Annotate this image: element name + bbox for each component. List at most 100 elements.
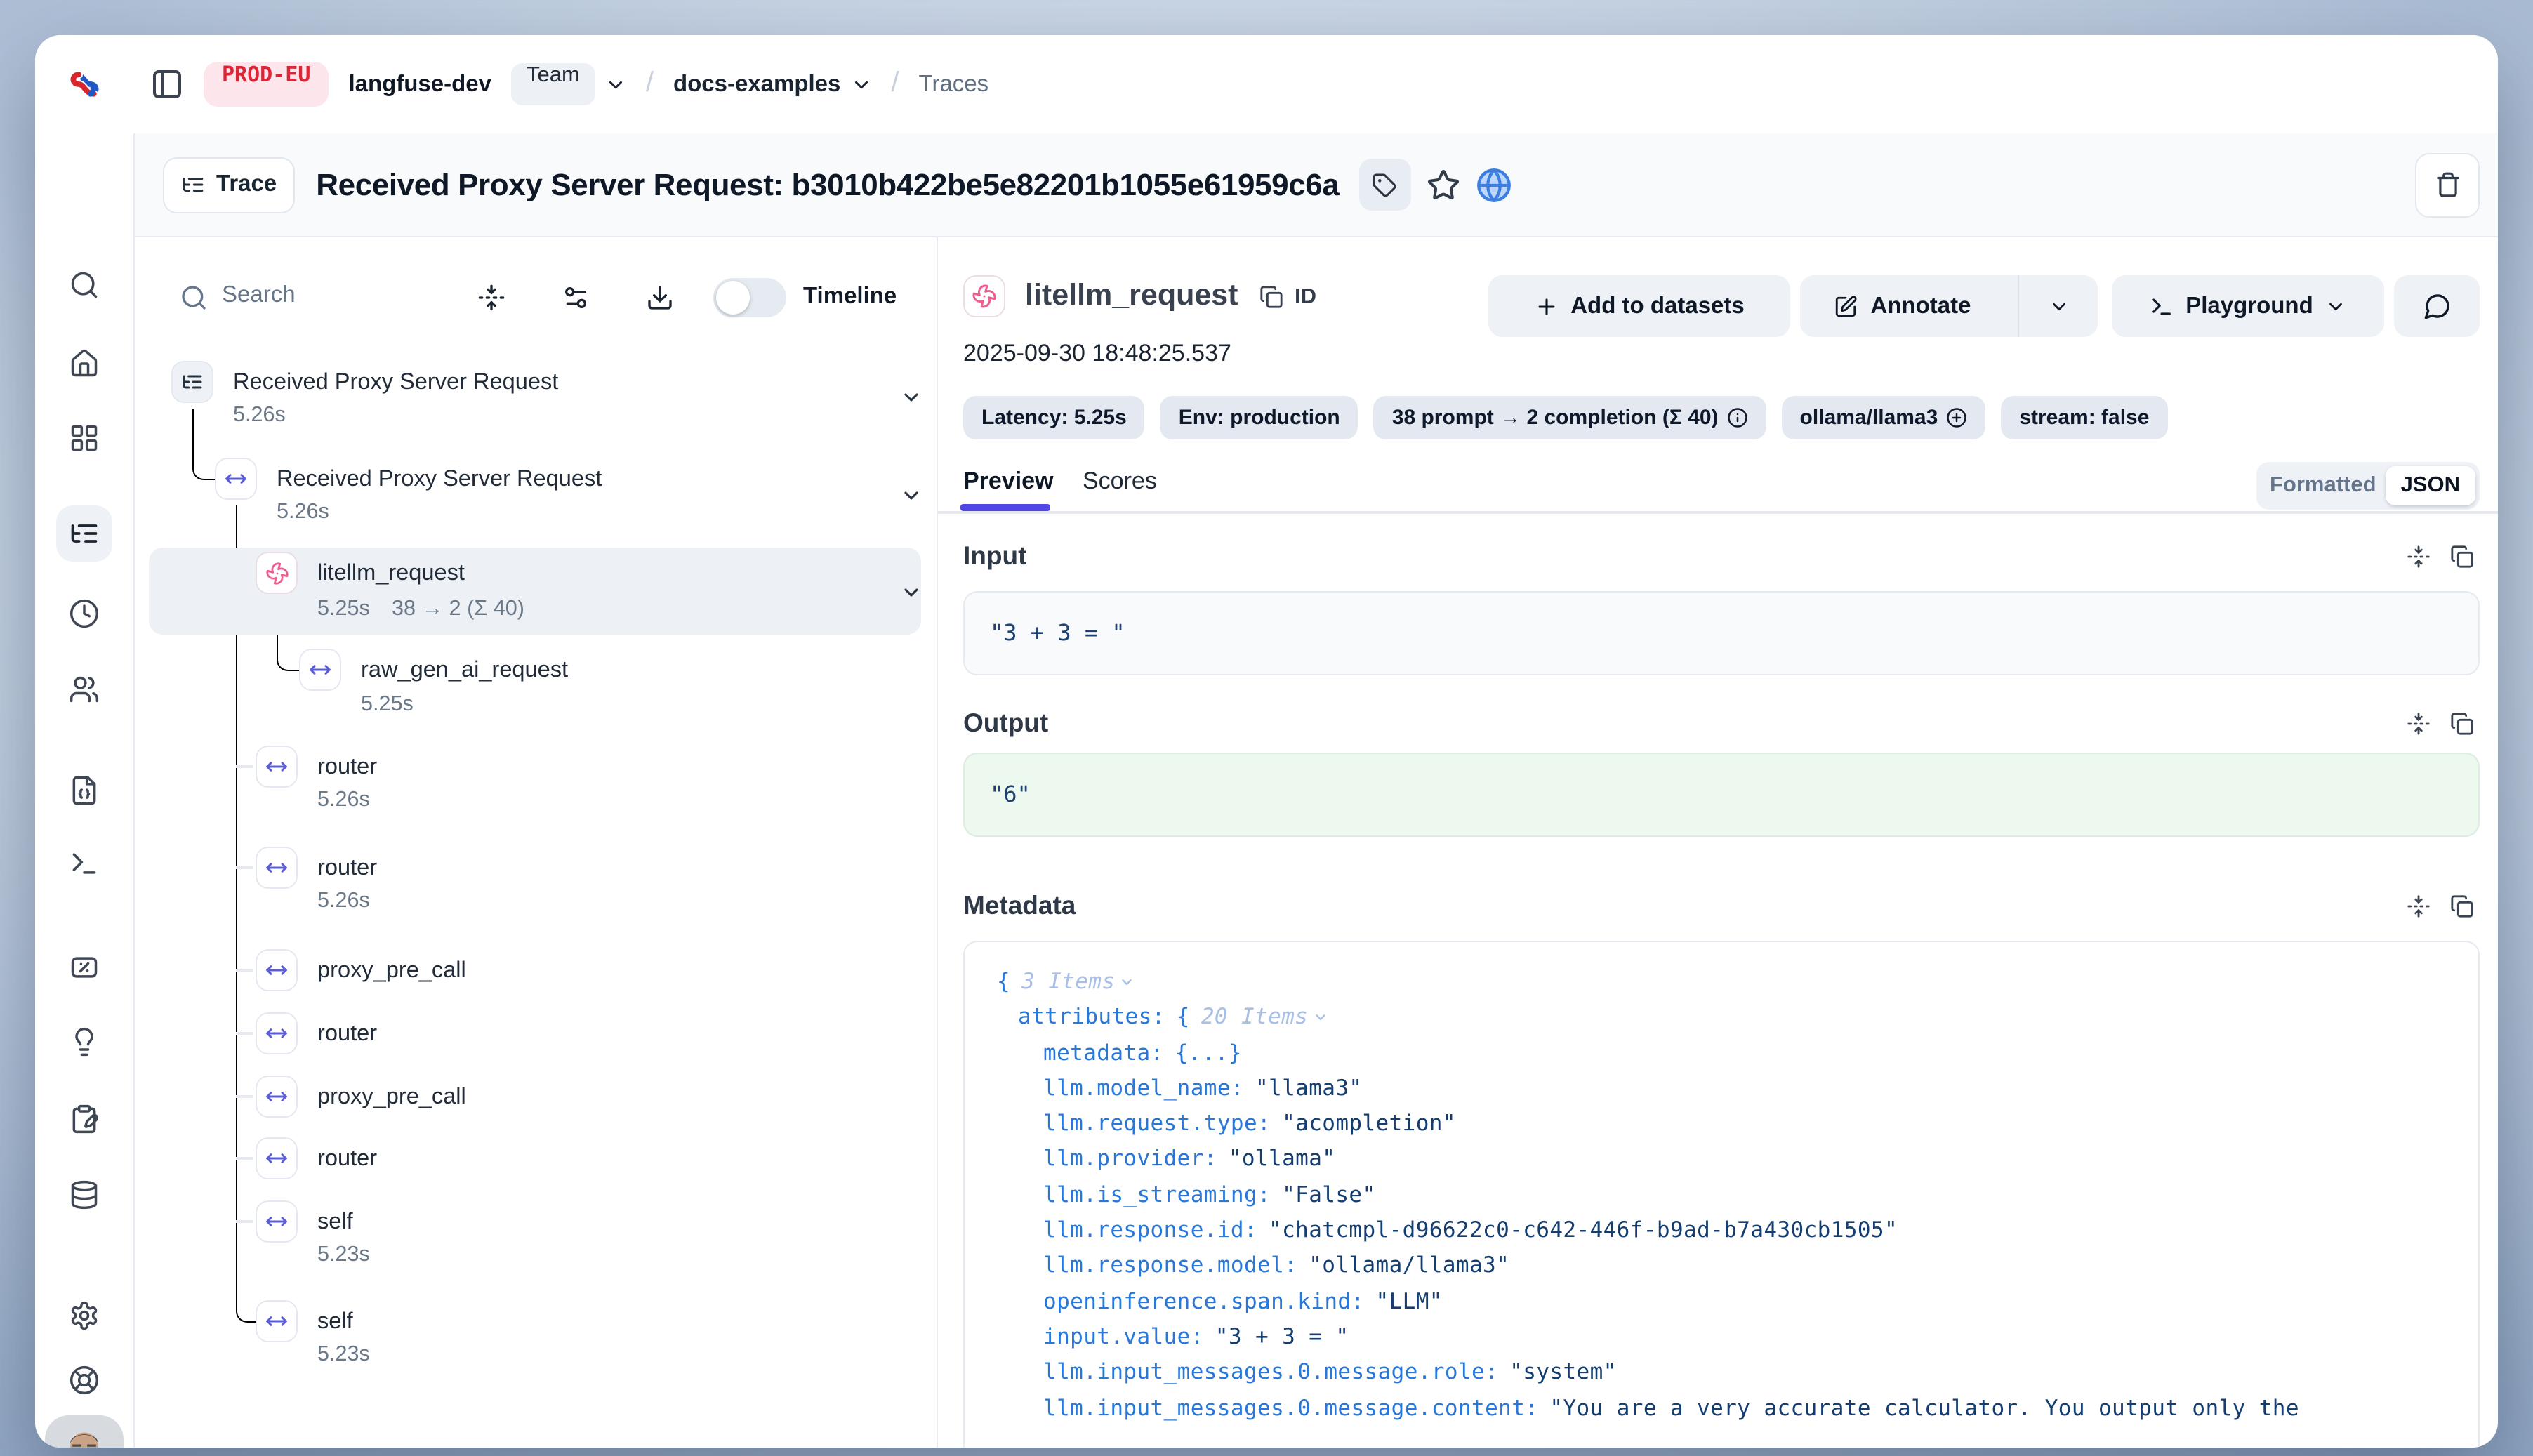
download-icon[interactable] <box>646 284 674 312</box>
annotate-dropdown[interactable] <box>2018 275 2098 337</box>
sidebar-item-datasets[interactable] <box>69 1179 100 1210</box>
json-line[interactable]: attributes:{20 Items <box>997 1000 2299 1036</box>
playground-button[interactable]: Playground <box>2112 275 2384 337</box>
search-input[interactable]: Search <box>222 282 296 309</box>
tree-row[interactable]: raw_gen_ai_request <box>361 654 568 685</box>
tree-row[interactable]: router <box>317 751 377 782</box>
tree-connector <box>236 1032 253 1034</box>
json-line: llm.input_messages.0.message.role:"syste… <box>997 1356 2299 1391</box>
tag-button[interactable] <box>1358 159 1410 211</box>
model-badge[interactable]: ollama/llama3 <box>1782 396 1986 439</box>
sidebar-toggle-icon[interactable] <box>150 67 184 101</box>
json-line: input.value:"3 + 3 = " <box>997 1320 2299 1356</box>
sidebar-item-annotation[interactable] <box>69 1104 100 1134</box>
json-line[interactable]: metadata:{...} <box>997 1035 2299 1071</box>
copy-icon[interactable] <box>2450 712 2474 736</box>
tree-settings-icon[interactable] <box>562 284 590 312</box>
view-json-option[interactable]: JSON <box>2386 466 2475 505</box>
tree-row[interactable]: router <box>317 1018 377 1049</box>
chevron-down-icon <box>850 74 871 95</box>
timestamp: 2025-09-30 18:48:25.537 <box>963 340 1231 368</box>
org-name[interactable]: langfuse-dev <box>348 71 491 98</box>
sidebar-item-settings[interactable] <box>69 1300 100 1331</box>
sidebar-item-home[interactable] <box>69 348 100 379</box>
tab-scores[interactable]: Scores <box>1083 468 1157 496</box>
environment-badge[interactable]: PROD-EU <box>204 62 329 107</box>
tree-row-duration: 5.23s <box>317 1241 370 1269</box>
sidebar-item-dashboards[interactable] <box>69 423 100 454</box>
json-line: llm.provider:"ollama" <box>997 1142 2299 1178</box>
chevron-down-icon <box>2326 296 2347 317</box>
panel-divider <box>937 237 938 1448</box>
sidebar-item-sessions[interactable] <box>69 598 100 629</box>
sidebar-item-tracing[interactable] <box>69 518 100 549</box>
collapse-section-icon[interactable] <box>2407 545 2431 569</box>
collapse-section-icon[interactable] <box>2407 712 2431 736</box>
tree-row[interactable]: litellm_request <box>317 557 465 588</box>
span-node-icon <box>256 847 298 889</box>
id-label[interactable]: ID <box>1295 285 1316 310</box>
metadata-box: {3 Items attributes:{20 Items metadata:{… <box>963 941 2480 1448</box>
timeline-toggle[interactable] <box>713 278 786 317</box>
span-node-icon <box>215 458 257 500</box>
copy-icon[interactable] <box>2450 894 2474 918</box>
tree-connector <box>236 866 253 868</box>
public-globe-button[interactable] <box>1475 166 1512 203</box>
chevron-down-icon <box>2048 296 2069 317</box>
collapse-all-icon[interactable] <box>477 284 505 312</box>
comments-button[interactable] <box>2394 275 2480 337</box>
chevron-down-icon[interactable] <box>900 386 922 409</box>
add-to-datasets-button[interactable]: Add to datasets <box>1488 275 1790 337</box>
square-pen-icon <box>1834 294 1858 318</box>
sidebar-item-support[interactable] <box>69 1365 100 1396</box>
tree-row[interactable]: proxy_pre_call <box>317 955 466 986</box>
tab-preview[interactable]: Preview <box>963 468 1054 496</box>
output-value: "6" <box>990 781 1031 807</box>
sidebar-item-scores[interactable] <box>69 952 100 983</box>
org-role-group[interactable]: Team <box>511 63 626 105</box>
tree-connector <box>236 1157 253 1159</box>
copy-id-icon[interactable] <box>1259 285 1283 309</box>
chevron-down-icon[interactable] <box>900 581 922 604</box>
observation-title: litellm_request <box>1025 278 1238 313</box>
chevron-down-icon <box>605 74 626 95</box>
tree-row[interactable]: self <box>317 1206 353 1237</box>
sidebar-item-playground[interactable] <box>69 848 100 879</box>
annotate-main[interactable]: Annotate <box>1800 275 2005 337</box>
chevron-down-icon[interactable] <box>900 484 922 507</box>
annotate-button[interactable]: Annotate <box>1800 275 2098 337</box>
badge-row: Latency: 5.25s Env: production 38 prompt… <box>963 396 2167 439</box>
copy-icon[interactable] <box>2450 545 2474 569</box>
tree-row[interactable]: router <box>317 1143 377 1174</box>
trace-title: Received Proxy Server Request: b3010b422… <box>316 166 1339 203</box>
trash-icon <box>2434 171 2461 198</box>
generation-icon <box>963 275 1005 317</box>
view-mode-toggle[interactable]: Formatted JSON <box>2256 462 2480 510</box>
add-to-datasets-label: Add to datasets <box>1570 293 1745 319</box>
json-line[interactable]: {3 Items <box>997 965 2299 1000</box>
sidebar-item-prompts[interactable] <box>69 775 100 806</box>
tag-icon <box>1372 172 1397 197</box>
search-icon <box>180 284 208 312</box>
delete-trace-button[interactable] <box>2415 152 2480 217</box>
sidebar-item-users[interactable] <box>69 674 100 705</box>
tree-row[interactable]: proxy_pre_call <box>317 1081 466 1112</box>
sidebar-item-search[interactable] <box>69 270 100 300</box>
breadcrumb-section[interactable]: Traces <box>919 71 989 98</box>
tree-row[interactable]: Received Proxy Server Request <box>233 366 558 397</box>
tree-row-duration: 5.23s <box>317 1341 370 1369</box>
project-group[interactable]: docs-examples <box>673 71 871 98</box>
tree-row[interactable]: self <box>317 1306 353 1337</box>
tree-row[interactable]: router <box>317 852 377 883</box>
span-node-icon <box>256 1300 298 1342</box>
user-avatar[interactable] <box>45 1415 124 1448</box>
breadcrumb: PROD-EU langfuse-dev Team / docs-example… <box>150 62 988 107</box>
favorite-star-button[interactable] <box>1426 168 1460 201</box>
info-icon[interactable] <box>1727 407 1748 428</box>
tree-row-duration: 5.25s <box>361 691 414 719</box>
sidebar-item-evals[interactable] <box>69 1026 100 1057</box>
tree-row[interactable]: Received Proxy Server Request <box>277 463 602 494</box>
collapse-section-icon[interactable] <box>2407 894 2431 918</box>
circle-plus-icon[interactable] <box>1946 407 1967 428</box>
view-formatted-option[interactable]: Formatted <box>2261 473 2386 498</box>
